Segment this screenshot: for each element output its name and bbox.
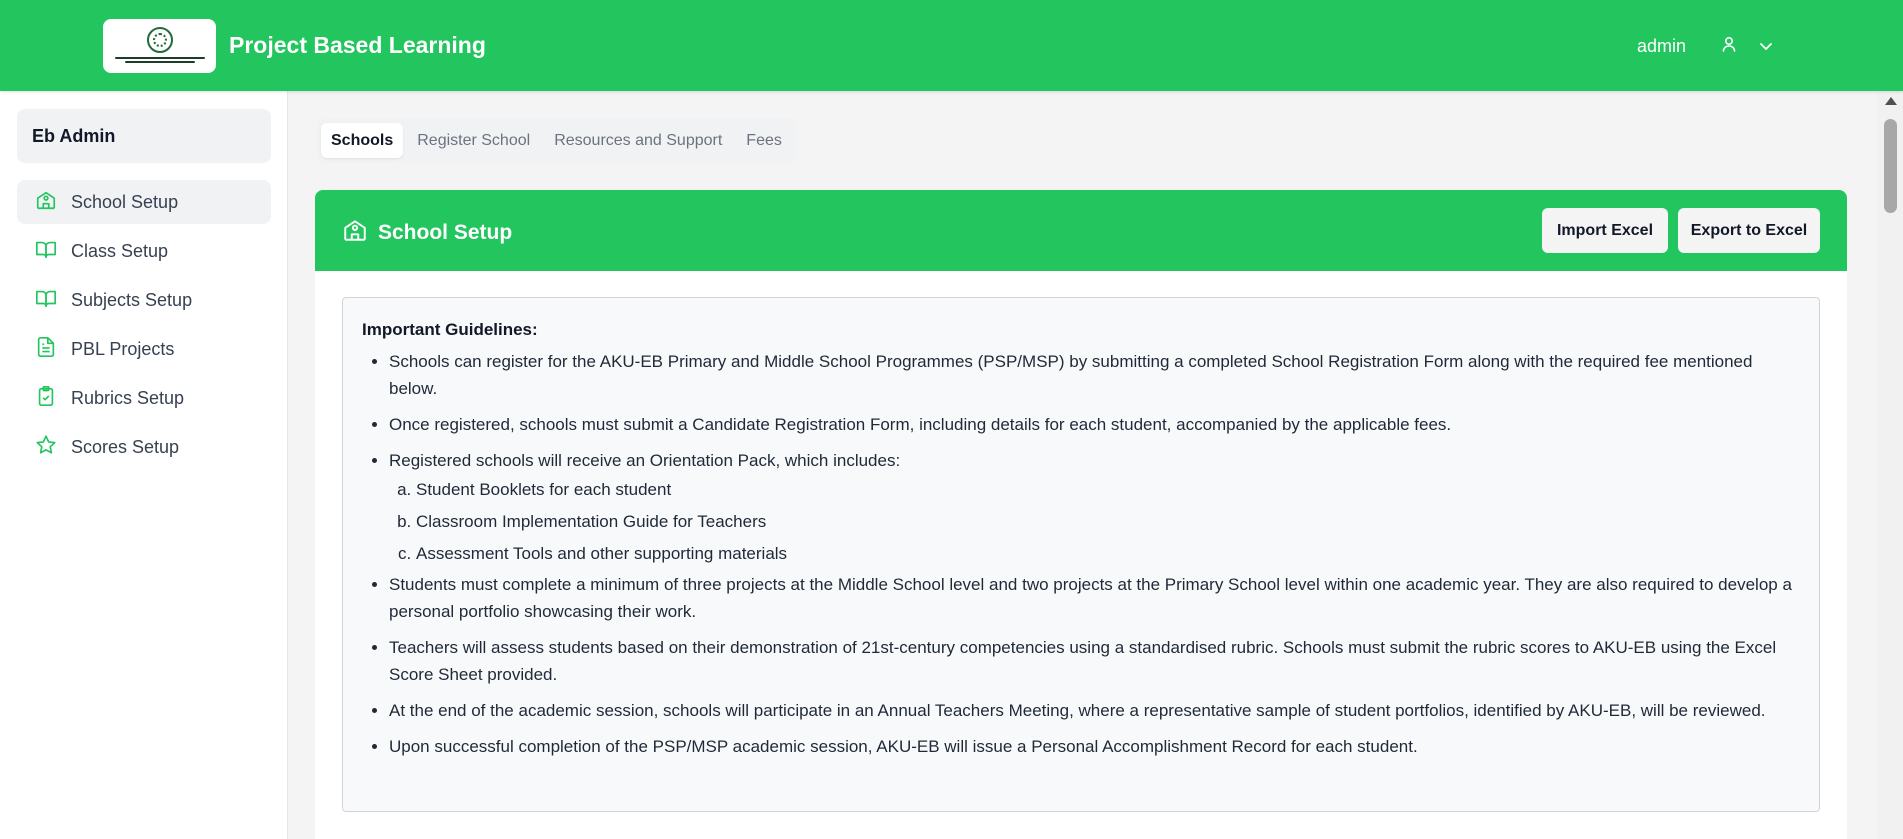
star-icon: [35, 434, 71, 461]
school-icon: [35, 189, 71, 216]
list-item: Once registered, schools must submit a C…: [389, 411, 1800, 438]
list-item: Schools can register for the AKU-EB Prim…: [389, 348, 1800, 402]
import-excel-button[interactable]: Import Excel: [1542, 208, 1668, 253]
book-icon: [35, 287, 71, 314]
export-to-excel-button[interactable]: Export to Excel: [1678, 208, 1820, 253]
guidelines-panel: Important Guidelines: Schools can regist…: [342, 297, 1820, 812]
card-header: School Setup Import Excel Export to Exce…: [315, 190, 1847, 271]
list-item: Registered schools will receive an Orien…: [389, 447, 1800, 568]
sidebar-item-scores-setup[interactable]: Scores Setup: [17, 425, 271, 469]
list-item: Upon successful completion of the PSP/MS…: [389, 733, 1800, 760]
guidelines-heading: Important Guidelines:: [362, 320, 538, 339]
app-title: Project Based Learning: [229, 32, 486, 58]
sidebar-item-label: School Setup: [71, 191, 179, 212]
top-header: Project Based Learning admin: [0, 0, 1903, 91]
logo-seal-icon: [146, 27, 173, 53]
sidebar-item-school-setup[interactable]: School Setup: [17, 180, 271, 224]
tab-schools[interactable]: Schools: [321, 123, 404, 158]
book-icon: [35, 238, 71, 265]
sidebar-title: Eb Admin: [17, 109, 271, 163]
clipboard-check-icon: [35, 385, 71, 412]
list-item: Student Booklets for each student: [416, 476, 1800, 504]
sidebar-item-subjects-setup[interactable]: Subjects Setup: [17, 278, 271, 322]
document-icon: [35, 336, 71, 363]
tab-fees[interactable]: Fees: [736, 123, 792, 158]
tab-resources-and-support[interactable]: Resources and Support: [544, 123, 732, 158]
list-item: Teachers will assess students based on t…: [389, 634, 1800, 688]
sidebar-item-label: Class Setup: [71, 240, 169, 261]
chevron-down-icon[interactable]: [1759, 38, 1773, 56]
sidebar-item-class-setup[interactable]: Class Setup: [17, 229, 271, 273]
school-icon: [342, 217, 378, 249]
tab-bar: Schools Register School Resources and Su…: [317, 118, 796, 163]
card-title: School Setup: [378, 221, 513, 244]
school-setup-card: School Setup Import Excel Export to Exce…: [315, 190, 1847, 839]
sidebar-item-label: PBL Projects: [71, 338, 175, 359]
scroll-up-arrow-icon[interactable]: [1885, 97, 1897, 105]
guidelines-list: Schools can register for the AKU-EB Prim…: [362, 348, 1800, 760]
tab-register-school[interactable]: Register School: [407, 123, 540, 158]
orientation-pack-list: Student Booklets for each student Classr…: [389, 476, 1800, 568]
sidebar-item-label: Subjects Setup: [71, 289, 193, 310]
sidebar-item-pbl-projects[interactable]: PBL Projects: [17, 327, 271, 371]
sidebar-item-rubrics-setup[interactable]: Rubrics Setup: [17, 376, 271, 420]
scroll-thumb[interactable]: [1884, 119, 1897, 213]
list-item: At the end of the academic session, scho…: [389, 697, 1800, 724]
sidebar-item-label: Rubrics Setup: [71, 387, 185, 408]
user-icon[interactable]: [1722, 36, 1736, 57]
aku-eb-logo[interactable]: [103, 19, 216, 73]
user-name[interactable]: admin: [1637, 36, 1686, 57]
sidebar-item-label: Scores Setup: [71, 436, 180, 457]
list-item: Students must complete a minimum of thre…: [389, 571, 1800, 625]
list-item: Assessment Tools and other supporting ma…: [416, 540, 1800, 568]
page-scrollbar[interactable]: [1877, 91, 1903, 839]
list-item: Classroom Implementation Guide for Teach…: [416, 508, 1800, 536]
sidebar: Eb Admin School Setup Class Setup Subjec…: [0, 91, 288, 839]
